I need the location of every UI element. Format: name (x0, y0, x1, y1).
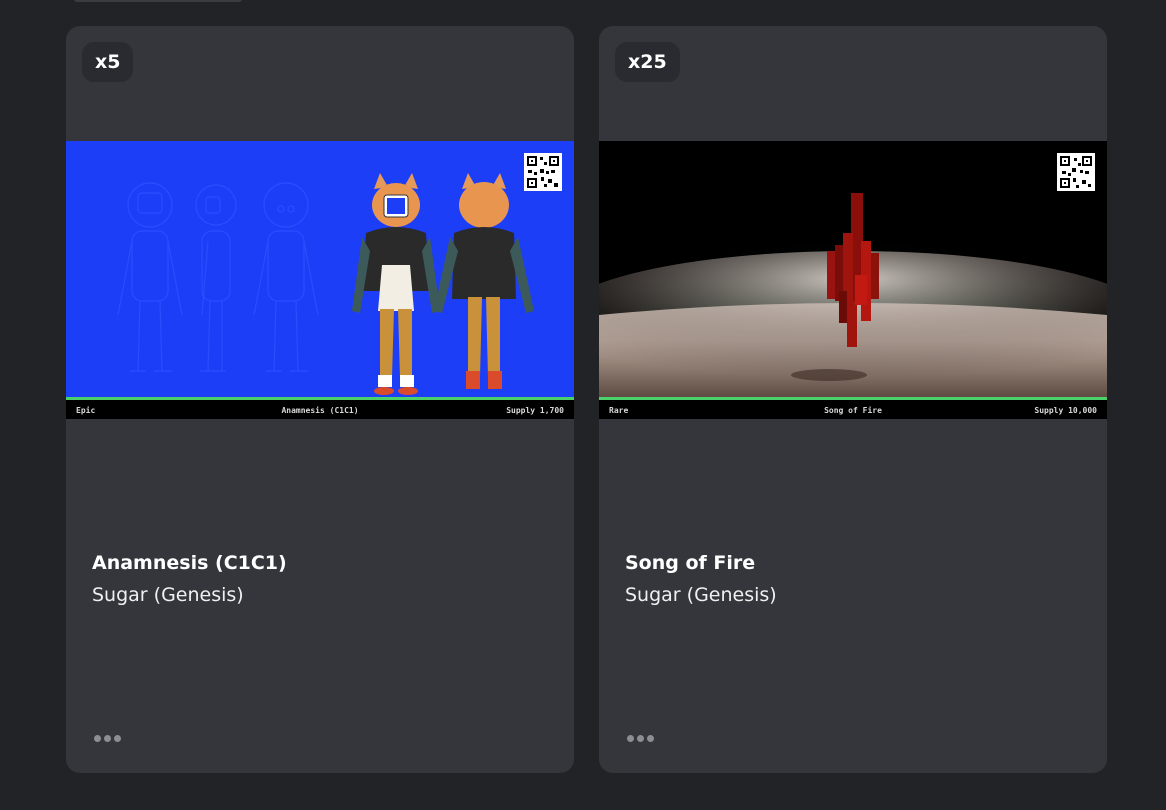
ellipsis-icon (637, 734, 644, 742)
artwork-name-label: Anamnesis (C1C1) (281, 406, 359, 415)
card-collection[interactable]: Sugar (Genesis) (92, 584, 244, 606)
card-anamnesis[interactable]: x5 Epic Anamnesis (C1C1) Supply 1,700 An… (66, 26, 574, 773)
card-title[interactable]: Anamnesis (C1C1) (92, 552, 287, 574)
ellipsis-icon (104, 734, 111, 742)
artwork-name-label: Song of Fire (824, 406, 882, 415)
partial-tab (74, 0, 242, 2)
more-options-button[interactable] (627, 726, 661, 750)
artwork-footer: Rare Song of Fire Supply 10,000 (599, 397, 1107, 419)
qr-code-icon (1057, 153, 1095, 191)
anamnesis-artwork-image (66, 141, 574, 419)
supply-label: Supply 1,700 (506, 406, 564, 415)
card-song-of-fire[interactable]: x25 Rare Song of Fire Supply 10,000 Song… (599, 26, 1107, 773)
ellipsis-icon (647, 734, 654, 742)
card-artwork[interactable]: Epic Anamnesis (C1C1) Supply 1,700 (66, 141, 574, 419)
card-title[interactable]: Song of Fire (625, 552, 755, 574)
more-options-button[interactable] (94, 726, 128, 750)
quantity-badge: x5 (82, 42, 134, 82)
ellipsis-icon (94, 734, 101, 742)
artwork-footer: Epic Anamnesis (C1C1) Supply 1,700 (66, 397, 574, 419)
qr-code-icon (524, 153, 562, 191)
song-of-fire-artwork-image (599, 141, 1107, 419)
card-grid: x5 Epic Anamnesis (C1C1) Supply 1,700 An… (66, 26, 1107, 773)
ellipsis-icon (114, 734, 121, 742)
card-artwork[interactable]: Rare Song of Fire Supply 10,000 (599, 141, 1107, 419)
supply-label: Supply 10,000 (1034, 406, 1097, 415)
quantity-badge: x25 (615, 42, 680, 82)
card-collection[interactable]: Sugar (Genesis) (625, 584, 777, 606)
ellipsis-icon (627, 734, 634, 742)
